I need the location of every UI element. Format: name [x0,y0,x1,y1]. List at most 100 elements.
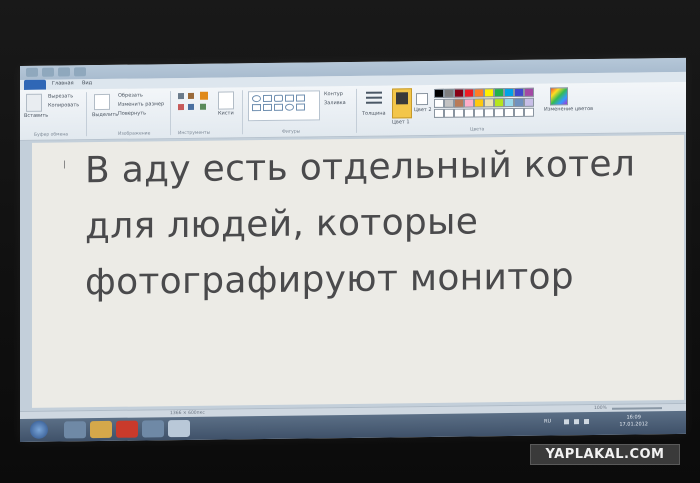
lightning-shape-icon[interactable] [296,103,305,111]
steam-taskbar-icon[interactable] [142,420,164,438]
shapes-gallery[interactable] [248,90,320,122]
palette-swatch[interactable] [484,108,494,118]
palette-swatch[interactable] [524,97,534,107]
volume-icon[interactable] [574,419,579,425]
star-shape-icon[interactable] [263,103,272,112]
tab-home[interactable]: Главная [52,80,74,86]
rounded-rect-shape-icon[interactable] [274,94,283,102]
zoom-slider[interactable] [612,407,662,410]
heart-shape-icon[interactable] [285,103,294,111]
rotate-label[interactable]: Повернуть [118,110,146,116]
palette-swatch[interactable] [494,108,504,118]
select-label[interactable]: Выделить [92,112,118,118]
palette-swatch[interactable] [434,108,444,118]
cut-label[interactable]: Вырезать [48,93,73,99]
undo-icon[interactable] [58,67,70,77]
text-icon[interactable] [200,91,208,100]
palette-swatch[interactable] [524,107,534,117]
fill-icon[interactable] [188,92,194,99]
palette-swatch[interactable] [434,88,444,98]
palette-swatch[interactable] [454,98,464,108]
palette-swatch[interactable] [454,88,464,98]
palette-swatch[interactable] [514,107,524,117]
watermark-logo: YAPLAKAL.COM [530,444,680,465]
network-icon[interactable] [564,419,569,425]
oval-shape-icon[interactable] [252,95,261,103]
palette-swatch[interactable] [494,88,504,98]
drawing-canvas[interactable]: В аду есть отдельный котел для людей, ко… [32,134,684,408]
callout-shape-icon[interactable] [274,103,283,111]
group-separator [242,90,243,135]
polygon-shape-icon[interactable] [285,94,294,102]
palette-swatch[interactable] [474,88,484,98]
palette-swatch[interactable] [514,97,524,107]
opera-taskbar-icon[interactable] [116,420,138,438]
clock[interactable]: 16:09 17.01.2012 [619,414,648,428]
palette-swatch[interactable] [434,98,444,108]
fill-label[interactable]: Заливка [324,100,346,106]
clock-date: 17.01.2012 [619,421,648,428]
palette-swatch[interactable] [444,108,454,118]
paste-label[interactable]: Вставить [24,113,48,119]
eraser-icon[interactable] [178,103,184,111]
palette-swatch[interactable] [474,98,484,108]
file-menu-button[interactable] [24,79,46,90]
edit-colors-label[interactable]: Изменение цветов [544,106,593,113]
palette-swatch[interactable] [444,98,454,108]
palette-swatch[interactable] [514,87,524,97]
palette-swatch[interactable] [504,87,514,98]
color-picker-icon[interactable] [188,103,194,110]
palette-swatch[interactable] [474,108,484,118]
group-separator [86,92,87,137]
palette-swatch[interactable] [484,98,494,108]
arrow-shape-icon[interactable] [252,104,261,112]
language-indicator[interactable]: RU [544,419,551,425]
palette-swatch[interactable] [454,108,464,118]
contour-label[interactable]: Контур [324,91,343,97]
explorer-taskbar-icon[interactable] [90,420,112,439]
canvas-text-line: В аду есть отдельный котел [85,143,636,192]
brushes-icon[interactable] [218,91,234,110]
palette-swatch[interactable] [524,87,534,97]
color2-label[interactable]: Цвет 2 [414,107,432,113]
brushes-label[interactable]: Кисти [218,110,234,116]
canvas-text-line: фотографируют монитор [85,256,574,304]
tab-view[interactable]: Вид [82,80,92,86]
battery-icon[interactable] [584,419,589,425]
save-icon[interactable] [42,67,54,77]
paste-icon[interactable] [26,93,42,112]
palette-swatch[interactable] [494,98,504,108]
color1-button[interactable] [392,88,412,119]
triangle-shape-icon[interactable] [296,94,305,102]
pencil-icon[interactable] [178,92,184,100]
copy-label[interactable]: Копировать [48,102,79,108]
redo-icon[interactable] [74,67,86,77]
rectangle-shape-icon[interactable] [263,94,272,103]
palette-swatch[interactable] [464,108,474,118]
ribbon: Вставить Вырезать Копировать Буфер обмен… [20,81,686,141]
color1-swatch [396,92,408,105]
group-image-label: Изображение [118,131,151,137]
group-separator [356,88,357,133]
palette-swatch[interactable] [464,88,474,98]
palette-swatch[interactable] [484,88,494,98]
color2-swatch[interactable] [416,93,428,106]
palette-swatch[interactable] [464,98,474,108]
paint-taskbar-icon[interactable] [168,419,190,438]
crop-label[interactable]: Обрезать [118,92,143,98]
thickness-icon[interactable] [366,91,382,94]
palette-swatch[interactable] [504,97,514,108]
group-colors-label: Цвета [470,127,485,133]
start-button[interactable] [30,420,48,439]
palette-swatch[interactable] [444,88,454,98]
ie-taskbar-icon[interactable] [64,421,86,439]
magnifier-icon[interactable] [200,103,206,110]
zoom-level[interactable]: 100% [594,406,607,411]
edit-colors-icon[interactable] [550,87,568,106]
thickness-label[interactable]: Толщина [362,111,386,117]
resize-label[interactable]: Изменить размер [118,101,164,108]
select-icon[interactable] [94,93,110,111]
paint-app-icon[interactable] [26,67,38,77]
palette-swatch[interactable] [504,107,514,118]
color1-label[interactable]: Цвет 1 [392,119,410,125]
